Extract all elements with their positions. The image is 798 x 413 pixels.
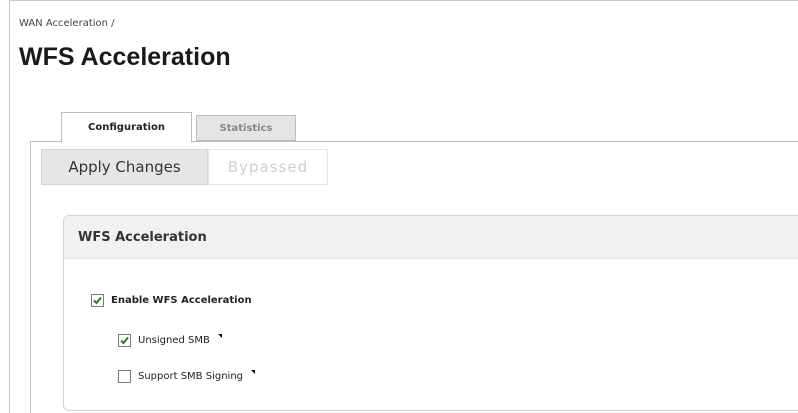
tooltip-marker-icon[interactable] — [251, 369, 255, 374]
enable-wfs-row: Enable WFS Acceleration — [91, 294, 252, 307]
tab-statistics[interactable]: Statistics — [196, 115, 296, 141]
panel-header: WFS Acceleration — [64, 216, 798, 259]
tooltip-marker-icon[interactable] — [217, 333, 222, 338]
apply-changes-button[interactable]: Apply Changes — [41, 149, 208, 185]
checkmark-icon — [120, 336, 129, 345]
unsigned-smb-row: Unsigned SMB — [118, 333, 222, 347]
wfs-acceleration-panel: WFS Acceleration Enable WFS Acceleration… — [63, 215, 798, 411]
page-title: WFS Acceleration — [19, 43, 231, 71]
breadcrumb[interactable]: WAN Acceleration / — [19, 18, 115, 29]
support-smb-signing-checkbox[interactable] — [118, 370, 131, 383]
support-smb-signing-row: Support SMB Signing — [118, 369, 255, 383]
bypassed-button: Bypassed — [208, 149, 328, 185]
checkmark-icon — [93, 296, 102, 305]
support-smb-signing-label: Support SMB Signing — [138, 371, 243, 382]
enable-wfs-checkbox[interactable] — [91, 294, 104, 307]
panel-title: WFS Acceleration — [78, 230, 207, 245]
unsigned-smb-checkbox[interactable] — [118, 334, 131, 347]
tab-configuration[interactable]: Configuration — [61, 112, 192, 143]
unsigned-smb-label: Unsigned SMB — [138, 335, 210, 346]
enable-wfs-label: Enable WFS Acceleration — [111, 295, 252, 306]
